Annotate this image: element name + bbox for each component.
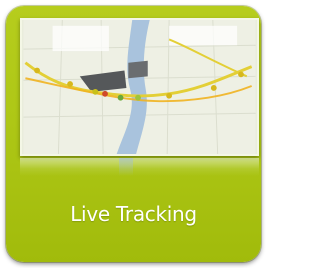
map-thumbnail	[20, 18, 259, 156]
live-tracking-tile[interactable]: Live Tracking	[6, 6, 261, 262]
map-thumbnail-icon	[23, 20, 256, 154]
tile-label: Live Tracking	[70, 202, 197, 226]
thumbnail-reflection	[20, 158, 259, 176]
